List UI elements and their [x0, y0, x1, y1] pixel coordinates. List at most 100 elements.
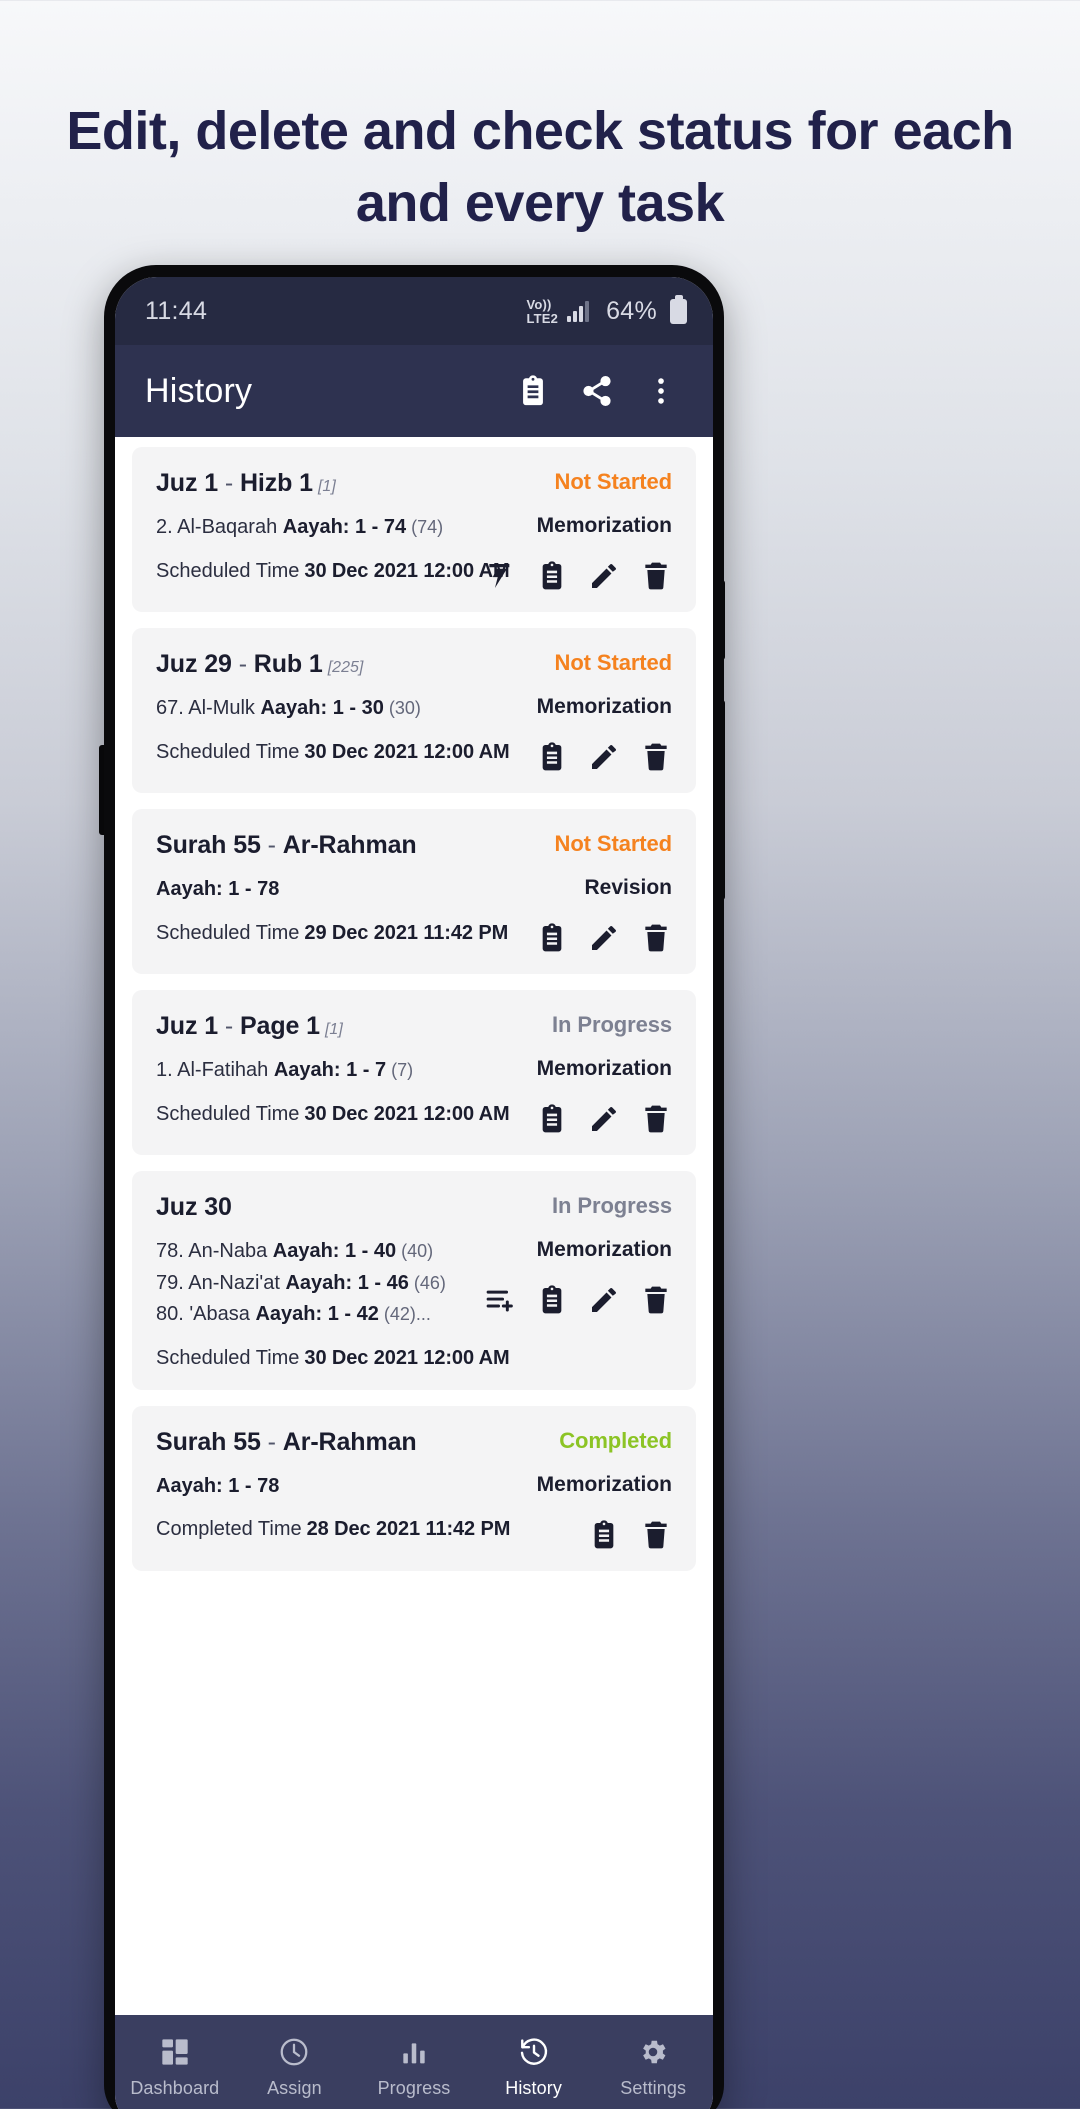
task-time-value: 30 Dec 2021 12:00 AM	[304, 1346, 510, 1369]
nav-item-label: Dashboard	[130, 2078, 220, 2098]
task-time-label: Scheduled Time	[156, 1102, 300, 1125]
task-title-main: Juz 29	[156, 650, 232, 678]
task-card[interactable]: Surah 55 - Ar-Rahman Aayah: 1 - 78 Complet…	[132, 1405, 696, 1571]
task-card[interactable]: Juz 30 78. An-Naba Aayah: 1 - 40 (40) 79. …	[132, 1171, 696, 1390]
surah-name: 80. 'Abasa	[156, 1303, 256, 1326]
task-card[interactable]: Surah 55 - Ar-Rahman Aayah: 1 - 78 Schedul…	[132, 809, 696, 974]
task-title-separator: -	[231, 650, 254, 678]
overflow-menu-icon[interactable]	[633, 363, 689, 419]
bottom-navigation: Dashboard Assign Progress History Settings	[115, 2015, 713, 2109]
status-badge: Not Started	[554, 650, 673, 675]
clipboard-icon[interactable]	[536, 560, 568, 592]
clipboard-icon[interactable]	[505, 363, 561, 419]
aayah-count: (7)	[386, 1060, 414, 1080]
task-time: Completed Time 28 Dec 2021 11:42 PM	[156, 1518, 510, 1541]
delete-icon[interactable]	[640, 1284, 672, 1316]
flash-icon[interactable]	[484, 560, 516, 592]
task-surah-line: Aayah: 1 - 78	[156, 874, 504, 906]
edit-icon[interactable]	[588, 1103, 620, 1135]
task-card[interactable]: Juz 1 - Page 1 [1] 1. Al-Fatihah Aayah: 1 …	[132, 990, 696, 1155]
nav-item-label: Assign	[267, 2078, 322, 2098]
task-card-details: Surah 55 - Ar-Rahman Aayah: 1 - 78 Complet…	[156, 1428, 510, 1551]
task-index-badge: [225]	[327, 659, 364, 676]
surah-name: 79. An-Nazi'at	[156, 1271, 286, 1294]
task-title: Juz 1 - Hizb 1 [1]	[156, 469, 504, 498]
task-title-sub: Page 1	[239, 1012, 320, 1040]
add-to-list-icon[interactable]	[484, 1284, 516, 1316]
task-card[interactable]: Juz 1 - Hizb 1 [1] 2. Al-Baqarah Aayah: 1 …	[132, 447, 696, 612]
nav-item-settings[interactable]: Settings	[593, 2035, 713, 2099]
aayah-count: (42)...	[378, 1304, 431, 1325]
task-time-label: Scheduled Time	[156, 559, 300, 582]
edit-icon[interactable]	[588, 1284, 620, 1316]
task-title: Surah 55 - Ar-Rahman	[156, 1428, 504, 1457]
task-title-main: Juz 1	[156, 1012, 219, 1040]
aayah-range: Aayah: 1 - 42	[255, 1303, 379, 1326]
history-task-list[interactable]: Juz 1 - Hizb 1 [1] 2. Al-Baqarah Aayah: 1 …	[115, 437, 713, 2015]
surah-name: 78. An-Naba	[156, 1240, 273, 1262]
task-title: Juz 29 - Rub 1 [225]	[156, 650, 504, 679]
delete-icon[interactable]	[640, 1519, 672, 1551]
task-title: Juz 30	[156, 1193, 504, 1222]
bar-chart-icon	[398, 2035, 430, 2069]
delete-icon[interactable]	[640, 922, 672, 954]
status-badge: In Progress	[552, 1012, 672, 1037]
task-time-value: 30 Dec 2021 12:00 AM	[304, 740, 510, 763]
task-time: Scheduled Time 30 Dec 2021 12:00 AM	[156, 1347, 510, 1370]
task-title-sub: Ar-Rahman	[282, 1427, 417, 1456]
task-time-value: 30 Dec 2021 12:00 AM	[304, 559, 510, 582]
aayah-range: Aayah: 1 - 30	[260, 697, 384, 719]
phone-screen: 11:44 Vo)) LTE2 64% History Juz 1 - Hizb…	[115, 277, 713, 2109]
task-time: Scheduled Time 29 Dec 2021 11:42 PM	[156, 922, 508, 945]
gear-icon	[637, 2035, 669, 2069]
status-bar-clock: 11:44	[145, 296, 208, 325]
task-card-meta: In Progress Memorization	[486, 1193, 672, 1370]
clipboard-icon[interactable]	[536, 1103, 568, 1135]
task-title-sub: Hizb 1	[239, 469, 313, 497]
delete-icon[interactable]	[640, 741, 672, 773]
nav-item-dashboard[interactable]: Dashboard	[115, 2035, 235, 2099]
clipboard-icon[interactable]	[536, 1284, 568, 1316]
task-card[interactable]: Juz 29 - Rub 1 [225] 67. Al-Mulk Aayah: 1 …	[132, 628, 696, 793]
task-surah-line: 67. Al-Mulk Aayah: 1 - 30 (30)	[156, 693, 504, 725]
task-title-separator: -	[260, 831, 283, 859]
task-card-meta: Completed Memorization	[504, 1428, 672, 1551]
aayah-range: Aayah: 1 - 40	[272, 1240, 397, 1262]
task-surah-line: Aayah: 1 - 78	[156, 1471, 504, 1503]
surah-name: 1. Al-Fatihah	[156, 1059, 274, 1081]
task-title: Surah 55 - Ar-Rahman	[156, 831, 504, 860]
status-badge: In Progress	[552, 1193, 672, 1218]
aayah-count: (46)	[408, 1272, 446, 1293]
task-time-label: Completed Time	[156, 1518, 302, 1541]
task-type-label: Memorization	[536, 1057, 672, 1080]
task-card-details: Juz 1 - Hizb 1 [1] 2. Al-Baqarah Aayah: 1 …	[156, 469, 510, 592]
edit-icon[interactable]	[588, 741, 620, 773]
nav-item-assign[interactable]: Assign	[235, 2035, 355, 2099]
volte-line1: Vo))	[526, 296, 552, 312]
aayah-count: (30)	[383, 698, 421, 718]
nav-item-label: Settings	[620, 2078, 687, 2098]
app-bar-actions	[505, 363, 689, 419]
task-title-separator: -	[218, 1012, 240, 1040]
task-surah-lines: 67. Al-Mulk Aayah: 1 - 30 (30)	[156, 693, 504, 725]
task-title: Juz 1 - Page 1 [1]	[156, 1012, 504, 1041]
status-badge: Completed	[559, 1427, 672, 1453]
nav-item-history[interactable]: History	[474, 2035, 594, 2099]
edit-icon[interactable]	[588, 922, 620, 954]
nav-item-label: History	[505, 2078, 562, 2098]
delete-icon[interactable]	[640, 560, 672, 592]
share-icon[interactable]	[569, 363, 625, 419]
delete-icon[interactable]	[640, 1103, 672, 1135]
aayah-count: (74)	[406, 517, 444, 537]
clipboard-icon[interactable]	[536, 922, 568, 954]
task-title-main: Surah 55	[156, 831, 261, 859]
task-card-meta: In Progress Memorization	[504, 1012, 672, 1135]
clipboard-icon[interactable]	[536, 741, 568, 773]
aayah-count: (40)	[396, 1241, 434, 1261]
nav-item-progress[interactable]: Progress	[354, 2035, 474, 2099]
clock-icon	[278, 2035, 310, 2069]
clipboard-icon[interactable]	[588, 1519, 620, 1551]
signal-strength-icon	[567, 300, 590, 322]
task-surah-lines: 1. Al-Fatihah Aayah: 1 - 7 (7)	[156, 1055, 504, 1087]
edit-icon[interactable]	[588, 560, 620, 592]
